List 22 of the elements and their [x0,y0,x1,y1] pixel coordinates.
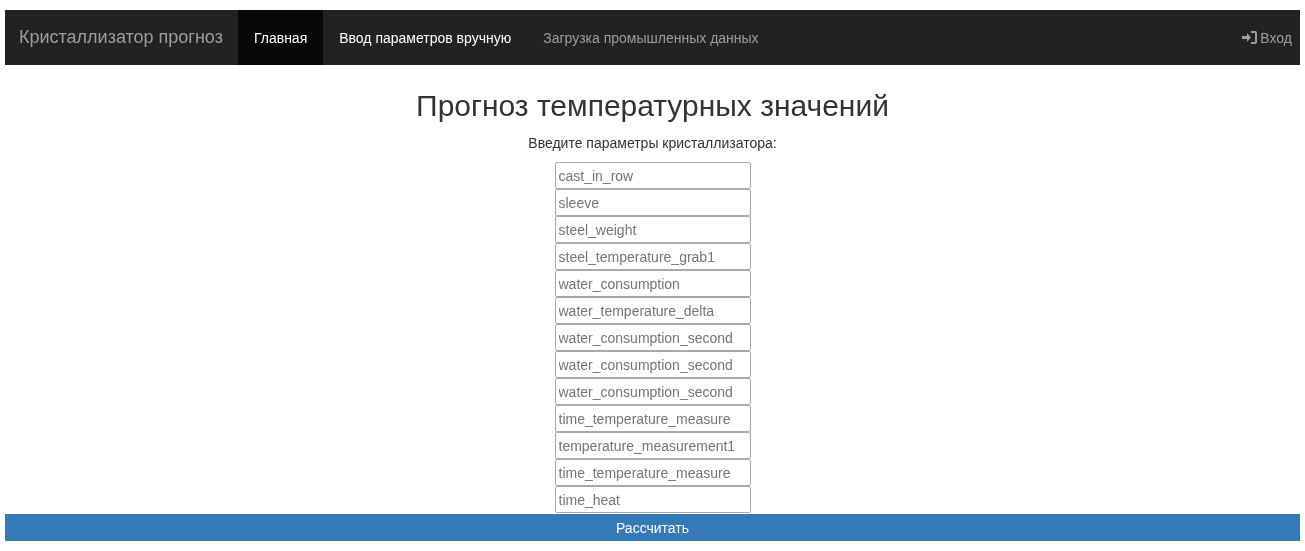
login-icon[interactable] [1242,31,1258,44]
nav-link[interactable]: Загрузка промышленных данных [527,10,775,65]
input-field[interactable]: steel_weight [554,216,751,243]
brand-title[interactable]: Кристаллизатор прогноз [5,10,238,65]
input-field[interactable]: time_heat [554,486,751,513]
input-field[interactable]: cast_in_row [554,162,751,189]
form-label: Введите параметры кристаллизатора: [528,135,777,151]
nav-link[interactable]: Ввод параметров вручную [323,10,528,65]
input-field[interactable]: water_consumption_second [554,378,751,405]
input-field[interactable]: time_temperature_measure [554,459,751,486]
login-link[interactable]: Вход [1260,29,1292,46]
input-field[interactable]: water_consumption [554,270,751,297]
input-field[interactable]: water_consumption_second [554,351,751,378]
calculate-button[interactable]: Рассчитать [5,514,1300,541]
input-field[interactable]: time_temperature_measure [554,405,751,432]
page-title: Прогноз температурных значений [416,89,889,123]
input-field[interactable]: water_temperature_delta [554,297,751,324]
input-field[interactable]: steel_temperature_grab1 [554,243,751,270]
input-field[interactable]: sleeve [554,189,751,216]
nav-link[interactable]: Главная [237,10,324,65]
input-field[interactable]: temperature_measurement1 [554,432,751,459]
input-field[interactable]: water_consumption_second [554,324,751,351]
